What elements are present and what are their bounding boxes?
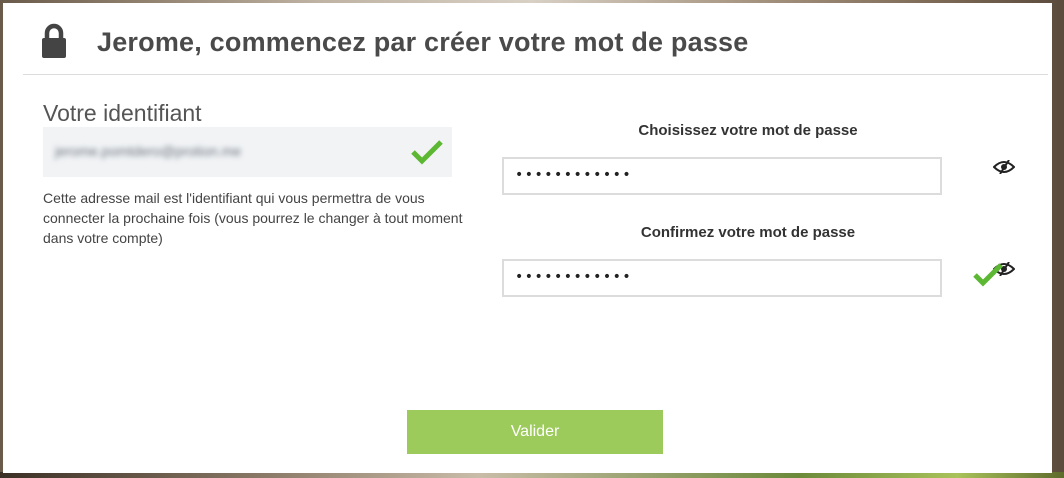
lock-icon [41,23,67,59]
identifier-value: jerome.pomtdero@protion.me [55,143,242,159]
page-title: Jerome, commencez par créer votre mot de… [97,27,749,57]
choose-password-input[interactable]: •••••••••••• [502,157,942,195]
confirm-password-label: Confirmez votre mot de passe [640,224,856,241]
identifier-help-text: Cette adresse mail est l'identifiant qui… [43,190,463,246]
confirm-password-value: •••••••••••• [515,269,633,285]
check-icon [411,139,443,165]
eye-slash-icon[interactable] [992,159,1016,175]
confirm-check-icon [973,262,1003,288]
identifier-field: jerome.pomtdero@protion.me [43,127,452,177]
choose-password-value: •••••••••••• [515,167,633,183]
confirm-password-input[interactable]: •••••••••••• [502,259,942,297]
choose-password-label: Choisissez votre mot de passe [638,122,858,139]
identifier-label: Votre identifiant [43,100,202,126]
dialog-header: Jerome, commencez par créer votre mot de… [23,3,1048,75]
validate-button[interactable]: Valider [407,410,663,454]
password-setup-dialog: Jerome, commencez par créer votre mot de… [3,3,1052,473]
